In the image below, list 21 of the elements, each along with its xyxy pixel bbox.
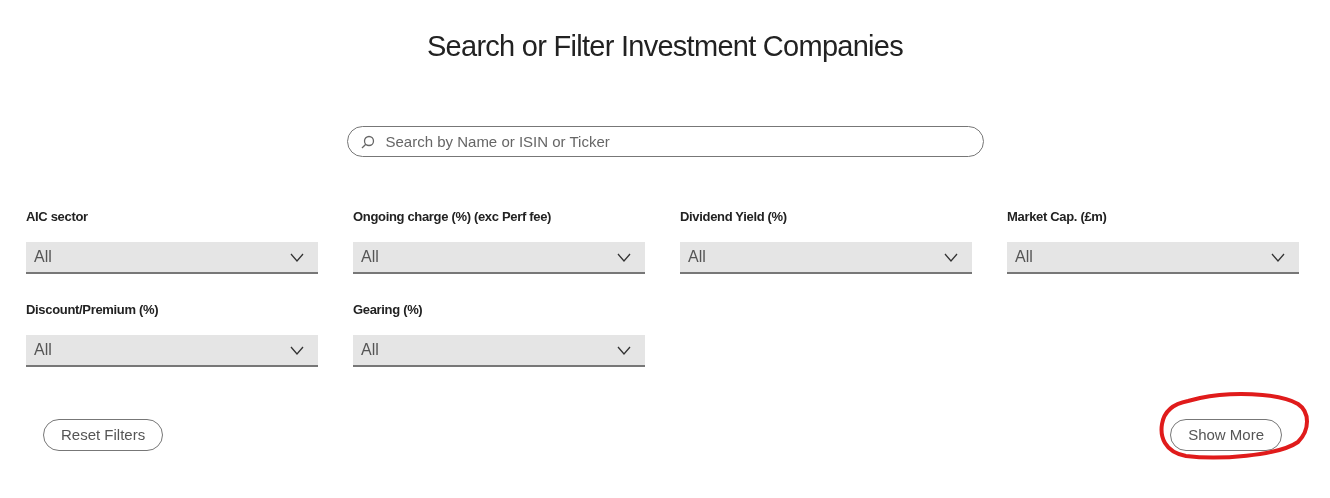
chevron-down-icon [290,345,304,355]
filter-label: Market Cap. (£m) [1007,208,1108,226]
chevron-down-icon [290,252,304,262]
chevron-down-icon [944,252,958,262]
search-icon [360,135,375,149]
chevron-down-icon [617,345,631,355]
search-field[interactable]: Search by Name or ISIN or Ticker [346,126,984,157]
filter-dropdown[interactable]: All [680,242,972,274]
filter-label: Ongoing charge (%) (exc Perf fee) [353,208,553,226]
filter-label: Gearing (%) [353,301,424,319]
filter-label: AIC sector [26,208,89,226]
filter-dropdown[interactable]: All [26,335,318,367]
filter-dropdown[interactable]: All [26,242,318,274]
filter-dropdown[interactable]: All [1007,242,1299,274]
filter-label: Dividend Yield (%) [680,208,788,226]
filter-label: Discount/Premium (%) [26,301,160,319]
chevron-down-icon [1271,252,1285,262]
filter-dropdown[interactable]: All [353,335,645,367]
filter-dropdown[interactable]: All [353,242,645,274]
page-title: Search or Filter Investment Companies [425,29,904,64]
chevron-down-icon [617,252,631,262]
